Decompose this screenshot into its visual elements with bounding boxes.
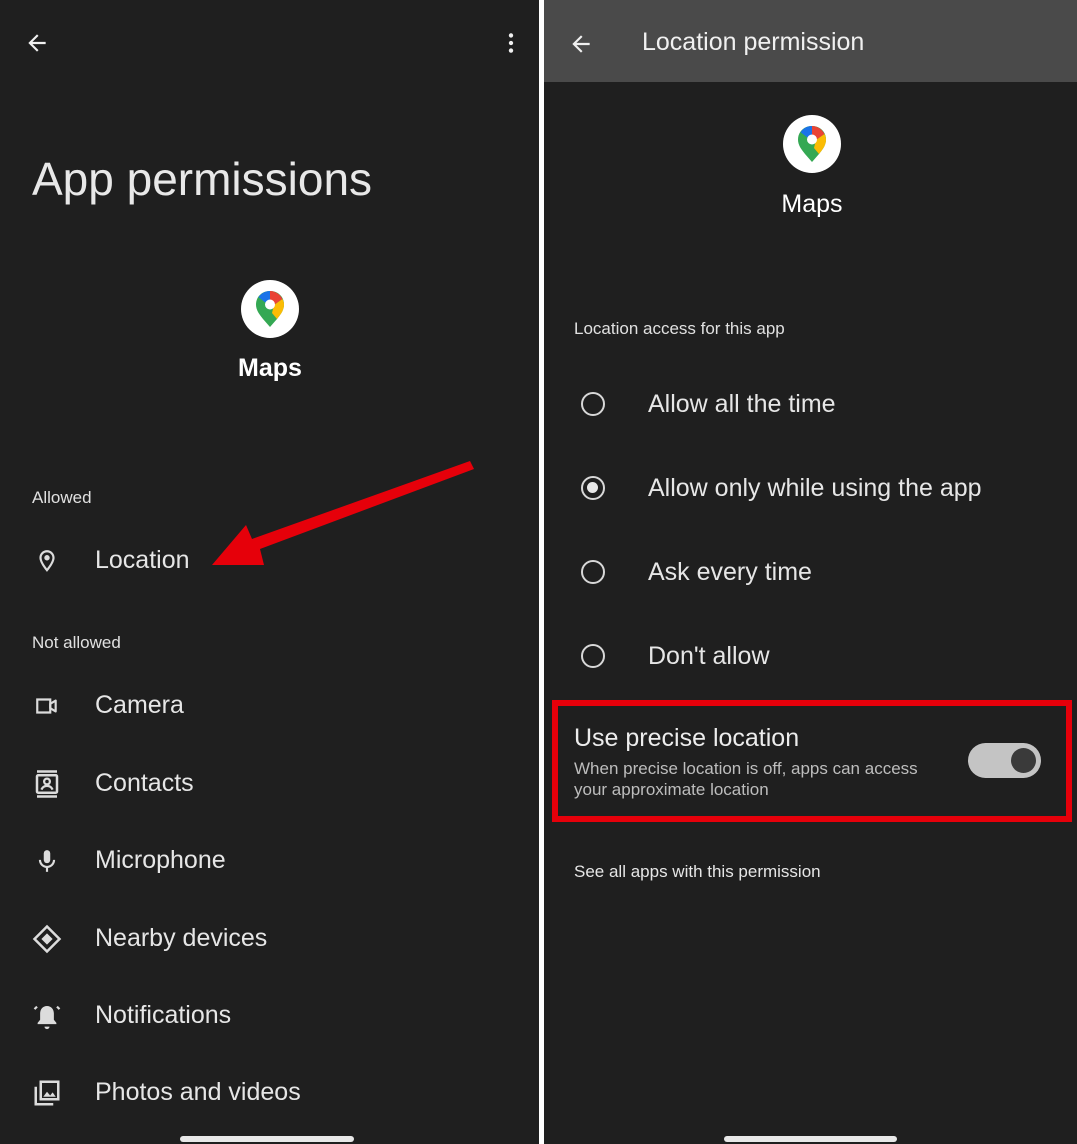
permission-item-photos-and-videos[interactable]: Photos and videos: [0, 1058, 539, 1128]
page-title: App permissions: [32, 153, 373, 205]
not-allowed-header: Not allowed: [32, 633, 121, 652]
permission-label: Photos and videos: [95, 1078, 301, 1106]
nearby-devices-icon: [30, 922, 64, 956]
app-name: Maps: [238, 354, 302, 382]
microphone-icon: [30, 844, 64, 878]
camera-icon: [30, 689, 64, 723]
permission-label: Nearby devices: [95, 924, 268, 952]
precise-location-description: When precise location is off, apps can a…: [574, 759, 918, 799]
option-label: Allow only while using the app: [648, 474, 982, 502]
allowed-header: Allowed: [32, 488, 92, 507]
back-button[interactable]: [20, 26, 54, 60]
back-button[interactable]: [564, 27, 598, 61]
toolbar-title: Location permission: [642, 28, 865, 56]
maps-app-icon: [241, 280, 299, 338]
permission-label: Camera: [95, 691, 184, 719]
option-allow-while-using[interactable]: Allow only while using the app: [544, 455, 1077, 525]
permission-label: Notifications: [95, 1001, 232, 1029]
option-dont-allow[interactable]: Don't allow: [544, 623, 1077, 693]
permission-item-camera[interactable]: Camera: [0, 671, 539, 741]
notifications-icon: [30, 999, 64, 1033]
photos-icon: [30, 1076, 64, 1110]
maps-app-icon: [783, 115, 841, 173]
maps-pin-icon: [798, 126, 826, 162]
app-name: Maps: [781, 190, 843, 218]
permission-item-notifications[interactable]: Notifications: [0, 981, 539, 1051]
radio-button[interactable]: [581, 560, 605, 584]
permission-item-contacts[interactable]: Contacts: [0, 749, 539, 819]
more-vert-icon: [508, 33, 514, 53]
option-label: Don't allow: [648, 642, 770, 670]
permission-label: Location: [95, 546, 190, 574]
back-arrow-icon: [28, 34, 46, 52]
permission-item-microphone[interactable]: Microphone: [0, 826, 539, 896]
more-options-button[interactable]: [494, 26, 528, 60]
option-label: Ask every time: [648, 558, 812, 586]
precise-location-toggle[interactable]: [968, 743, 1041, 778]
option-label: Allow all the time: [648, 390, 836, 418]
back-arrow-icon: [572, 35, 590, 53]
permission-label: Microphone: [95, 846, 226, 874]
radio-button-checked[interactable]: [581, 476, 605, 500]
app-permissions-screen: App permissions Maps Allowed Location No…: [0, 0, 539, 1144]
toggle-knob: [1011, 748, 1036, 773]
option-ask-every-time[interactable]: Ask every time: [544, 539, 1077, 609]
maps-pin-icon: [256, 291, 284, 327]
radio-button[interactable]: [581, 644, 605, 668]
radio-button[interactable]: [581, 392, 605, 416]
toolbar: Location permission: [544, 0, 1077, 82]
precise-location-title: Use precise location: [574, 724, 800, 752]
location-permission-screen: Location permission Maps Location access…: [544, 0, 1077, 1144]
permission-label: Contacts: [95, 769, 194, 797]
see-all-apps-link[interactable]: See all apps with this permission: [574, 862, 821, 882]
contacts-icon: [30, 767, 64, 801]
permission-item-nearby-devices[interactable]: Nearby devices: [0, 904, 539, 974]
option-allow-all-the-time[interactable]: Allow all the time: [544, 371, 1077, 441]
red-arrow-annotation: [212, 461, 474, 565]
home-indicator[interactable]: [180, 1136, 354, 1142]
location-access-header: Location access for this app: [574, 319, 785, 338]
location-pin-icon: [30, 544, 64, 578]
home-indicator[interactable]: [724, 1136, 897, 1142]
